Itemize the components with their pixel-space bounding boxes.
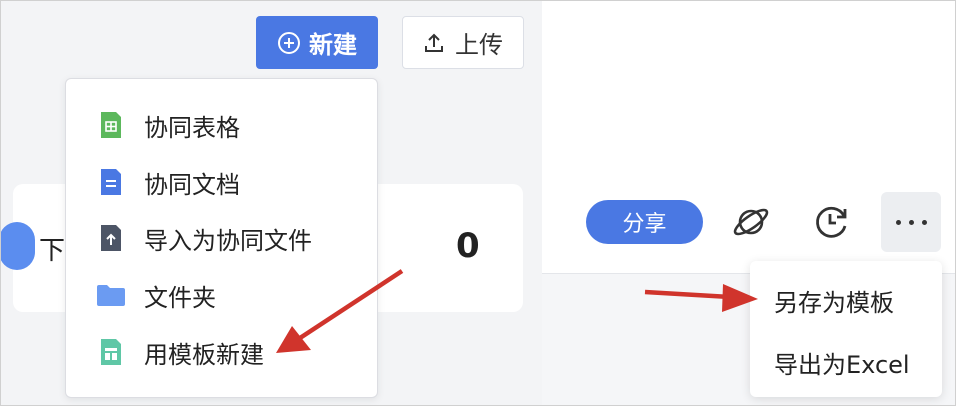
menu-item-label: 协同文档 (144, 170, 240, 199)
menu-item-label: 用模板新建 (144, 340, 264, 369)
menu-item-label: 文件夹 (144, 283, 216, 312)
upload-button-label: 上传 (455, 31, 503, 59)
menu-item-label: 导入为协同文件 (144, 226, 312, 255)
more-icon (895, 219, 901, 225)
share-button-label: 分享 (622, 212, 667, 237)
document-icon (101, 169, 121, 195)
menu-item-template[interactable]: 用模板新建 (66, 324, 377, 380)
share-button[interactable]: 分享 (586, 200, 703, 244)
menu-item-folder[interactable]: 文件夹 (66, 267, 377, 323)
avatar (1, 222, 35, 270)
history-icon[interactable] (811, 202, 851, 242)
template-icon (101, 339, 121, 365)
import-file-icon (101, 225, 121, 251)
card-count: 0 (456, 226, 480, 266)
upload-icon (425, 33, 443, 52)
more-dropdown-menu: 另存为模板 导出为Excel (750, 261, 942, 397)
menu-item-import[interactable]: 导入为协同文件 (66, 210, 377, 266)
menu-item-export-excel[interactable]: 导出为Excel (774, 345, 910, 380)
more-button[interactable] (881, 192, 941, 252)
new-button-label: 新建 (309, 31, 357, 59)
menu-item-save-as-template[interactable]: 另存为模板 (774, 283, 894, 318)
new-button[interactable]: 新建 (256, 16, 378, 69)
menu-item-document[interactable]: 协同文档 (66, 154, 377, 210)
menu-item-label: 协同表格 (144, 113, 240, 142)
menu-item-spreadsheet[interactable]: 协同表格 (66, 97, 377, 153)
spreadsheet-icon (101, 112, 121, 138)
new-dropdown-menu: 协同表格 协同文档 导入为协同文件 文件夹 用模板新建 (65, 78, 378, 398)
screenshot-frame: 新建 上传 下 0 协同表格 协同文档 导入为协同文件 文件夹 用模板新建 分享… (0, 0, 956, 406)
upload-button[interactable]: 上传 (402, 16, 524, 69)
planet-icon[interactable] (731, 202, 771, 242)
card-title: 下 (39, 236, 66, 266)
folder-icon (97, 285, 125, 306)
plus-circle-icon (278, 31, 300, 54)
